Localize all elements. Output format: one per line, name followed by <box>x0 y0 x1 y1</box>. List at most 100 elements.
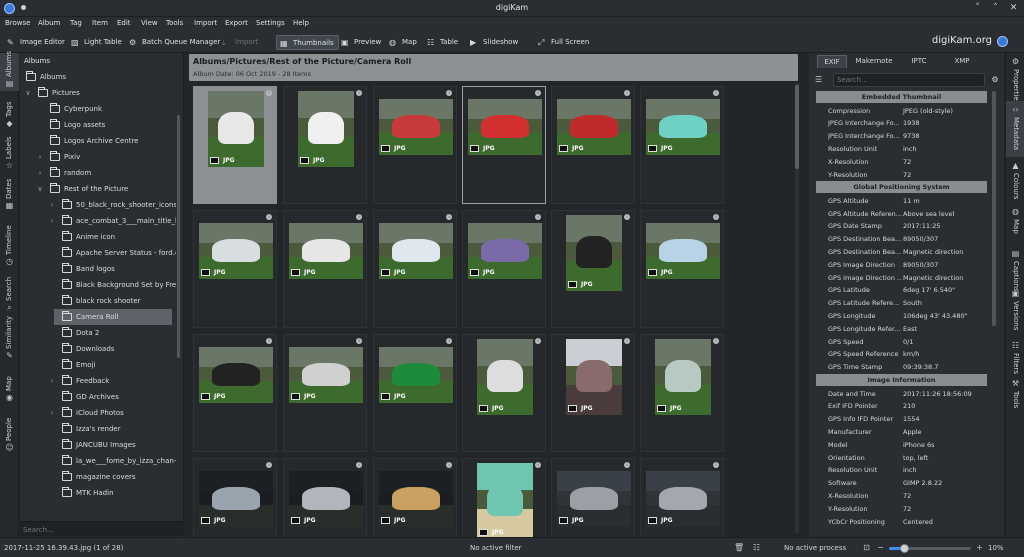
info-dot-icon[interactable]: i <box>713 462 719 468</box>
minimize-button[interactable]: ˅ <box>972 3 983 14</box>
thumbnail-scrollbar[interactable] <box>795 83 799 533</box>
album-tree-item[interactable]: Albums <box>20 69 176 85</box>
tab-captions[interactable]: ▤ Captions <box>1006 245 1024 292</box>
album-tree-item[interactable]: Black Background Set by Freema <box>20 277 176 293</box>
maximize-button[interactable]: ˄ <box>990 3 1001 14</box>
album-tree-item[interactable]: Izza's render <box>20 421 176 437</box>
tab-dates[interactable]: Dates ▦ <box>0 173 19 213</box>
album-tree-item[interactable]: › random <box>20 165 176 181</box>
album-tree-item[interactable]: › Pixiv <box>20 149 176 165</box>
tab-map[interactable]: Map ◉ <box>0 363 19 405</box>
slideshow-button[interactable]: ▶ Slideshow <box>467 35 522 50</box>
menu-tools[interactable]: Tools <box>166 19 183 27</box>
menu-view[interactable]: View <box>141 19 158 27</box>
album-tree-item[interactable]: la_we___fome_by_izza_chan-d7p <box>20 453 176 469</box>
thumbnail-item[interactable]: i JPG <box>373 210 457 328</box>
thumbnail-item[interactable]: i JPG <box>640 334 724 452</box>
tab-map[interactable]: ◍ Map <box>1006 203 1024 245</box>
thumbnail-item[interactable]: i JPG <box>551 334 635 452</box>
info-dot-icon[interactable]: i <box>624 338 630 344</box>
info-dot-icon[interactable]: i <box>356 462 362 468</box>
thumbnail-item[interactable]: i JPG <box>193 210 277 328</box>
zoom-fit-icon[interactable]: ⊡ <box>862 543 871 552</box>
album-tree-item[interactable]: MTK Hadin <box>20 485 176 501</box>
thumbnail-item[interactable]: i JPG <box>640 210 724 328</box>
menu-export[interactable]: Export <box>225 19 248 27</box>
tab-colours[interactable]: ▲ Colours <box>1006 157 1024 203</box>
tab-tags[interactable]: Tags ◆ <box>0 91 19 131</box>
album-tree-item[interactable]: Anime icon <box>20 229 176 245</box>
import-button[interactable]: ⤓ Import <box>219 35 262 50</box>
info-dot-icon[interactable]: i <box>266 338 272 344</box>
collapse-arrow-icon[interactable]: › <box>36 149 44 165</box>
info-dot-icon[interactable]: i <box>446 90 452 96</box>
close-button[interactable]: ✕ <box>1008 3 1019 14</box>
thumbnail-item[interactable]: i JPG <box>373 334 457 452</box>
album-tree-item[interactable]: Logo assets <box>20 117 176 133</box>
thumbnail-item[interactable]: i JPG <box>283 334 367 452</box>
tab-makernote[interactable]: Makernote <box>851 55 897 68</box>
thumbnail-item[interactable]: i JPG <box>193 86 277 204</box>
album-tree-item[interactable]: Downloads <box>20 341 176 357</box>
tab-search[interactable]: Search ⌕ <box>0 269 19 315</box>
album-tree-item[interactable]: › ace_combat_3___main_title_by_g <box>20 213 176 229</box>
tab-timeline[interactable]: Timeline ◷ <box>0 213 19 269</box>
filter-icon[interactable]: ☷ <box>752 543 761 552</box>
tab-properties[interactable]: ⚙ Properties <box>1006 53 1024 104</box>
info-dot-icon[interactable]: i <box>446 462 452 468</box>
thumbnail-item[interactable]: i JPG <box>462 334 546 452</box>
album-tree-item[interactable]: Cyberpunk <box>20 101 176 117</box>
menu-album[interactable]: Album <box>38 19 60 27</box>
trash-icon[interactable]: 🗑 <box>734 543 744 552</box>
menu-help[interactable]: Help <box>293 19 309 27</box>
thumbnail-item[interactable]: i JPG <box>551 210 635 328</box>
info-dot-icon[interactable]: i <box>356 338 362 344</box>
album-tree-item[interactable]: Apache Server Status - ford.com <box>20 245 176 261</box>
thumbnail-item[interactable]: i JPG <box>283 86 367 204</box>
info-dot-icon[interactable]: i <box>266 90 272 96</box>
tab-exif[interactable]: EXIF <box>817 55 847 68</box>
metadata-scrollbar[interactable] <box>992 91 996 326</box>
thumbnails-button[interactable]: ▦ Thumbnails <box>276 35 339 50</box>
album-tree-item[interactable]: GD Archives <box>20 389 176 405</box>
metadata-settings-icon[interactable]: ⚙ <box>989 74 1001 86</box>
info-dot-icon[interactable]: i <box>446 214 452 220</box>
tab-iptc[interactable]: IPTC <box>901 55 937 68</box>
info-dot-icon[interactable]: i <box>535 462 541 468</box>
collapse-arrow-icon[interactable]: › <box>36 165 44 181</box>
info-dot-icon[interactable]: i <box>624 462 630 468</box>
info-dot-icon[interactable]: i <box>713 90 719 96</box>
metadata-section-header[interactable]: Image Information <box>816 374 987 386</box>
thumbnail-item[interactable]: i JPG <box>462 210 546 328</box>
tab-metadata[interactable]: ‹› Metadata <box>1006 101 1024 157</box>
tab-versions[interactable]: ▣ Versions <box>1006 285 1024 337</box>
info-dot-icon[interactable]: i <box>356 214 362 220</box>
scrollbar-thumb[interactable] <box>795 85 799 169</box>
menu-tag[interactable]: Tag <box>70 19 82 27</box>
album-tree-item[interactable]: Dota 2 <box>20 325 176 341</box>
album-tree-item[interactable]: ∨ Rest of the Picture <box>20 181 176 197</box>
thumbnail-item[interactable]: i JPG <box>373 86 457 204</box>
info-dot-icon[interactable]: i <box>535 214 541 220</box>
zoom-in-icon[interactable]: + <box>975 543 984 552</box>
info-dot-icon[interactable]: i <box>713 214 719 220</box>
light-table-button[interactable]: ▧ Light Table <box>68 35 126 50</box>
album-tree-item[interactable]: › 50_black_rock_shooter_icons_by_ <box>20 197 176 213</box>
collapse-arrow-icon[interactable]: › <box>48 373 56 389</box>
album-tree-item[interactable]: Emoji <box>20 357 176 373</box>
info-dot-icon[interactable]: i <box>535 90 541 96</box>
album-tree-item[interactable]: Band logos <box>20 261 176 277</box>
album-tree-scrollbar[interactable] <box>177 115 180 358</box>
menu-edit[interactable]: Edit <box>117 19 131 27</box>
menu-browse[interactable]: Browse <box>5 19 31 27</box>
metadata-search-input[interactable] <box>837 75 977 85</box>
expand-arrow-icon[interactable]: ∨ <box>36 181 44 197</box>
info-dot-icon[interactable]: i <box>624 214 630 220</box>
tab-albums[interactable]: Albums ▤ <box>0 51 19 91</box>
zoom-out-icon[interactable]: − <box>876 543 885 552</box>
metadata-section-header[interactable]: Global Positioning System <box>816 181 987 194</box>
info-dot-icon[interactable]: i <box>624 90 630 96</box>
album-tree-item[interactable]: › iCloud Photos <box>20 405 176 421</box>
album-tree-item[interactable]: ∨ Pictures <box>20 85 176 101</box>
menu-import[interactable]: Import <box>194 19 217 27</box>
